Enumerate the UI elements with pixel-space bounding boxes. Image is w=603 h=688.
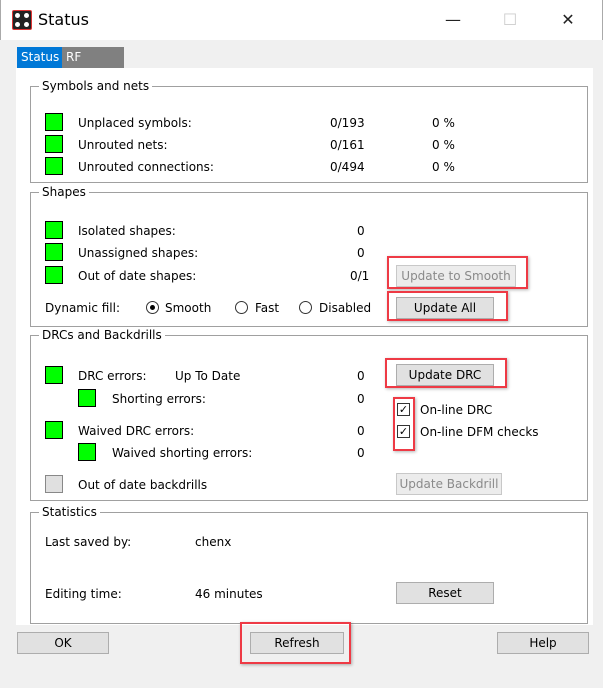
group-title: Statistics (39, 505, 100, 519)
title-bar: Status — ☐ ✕ (0, 0, 603, 40)
maximize-button[interactable]: ☐ (498, 8, 522, 32)
group-title: Symbols and nets (39, 79, 153, 93)
editing-time-label: Editing time: (45, 587, 122, 601)
radio-smooth[interactable] (146, 301, 159, 314)
update-backdrill-button[interactable]: Update Backdrill (396, 473, 502, 495)
radio-disabled-label[interactable]: Disabled (319, 301, 371, 315)
reset-button[interactable]: Reset (396, 582, 494, 604)
tab-rf-status[interactable]: RF Status (62, 47, 124, 85)
shorting-errors-value: 0 (357, 392, 365, 406)
unrouted-nets-value: 0/161 (330, 138, 365, 152)
waived-drc-label: Waived DRC errors: (78, 424, 195, 438)
app-icon (12, 10, 32, 30)
radio-fast[interactable] (235, 301, 248, 314)
status-indicator (45, 243, 63, 261)
out-of-date-shapes-label: Out of date shapes: (78, 269, 197, 283)
last-saved-value: chenx (195, 535, 232, 549)
out-of-date-shapes-value: 0/1 (350, 269, 370, 283)
unassigned-shapes-label: Unassigned shapes: (78, 246, 199, 260)
drc-errors-label: DRC errors: (78, 369, 147, 383)
waived-shorting-label: Waived shorting errors: (112, 446, 253, 460)
editing-time-value: 46 minutes (195, 587, 263, 601)
drc-state: Up To Date (175, 369, 241, 383)
status-indicator (45, 266, 63, 284)
unrouted-connections-percent: 0 % (432, 160, 455, 174)
isolated-shapes-value: 0 (357, 224, 365, 238)
status-indicator (45, 421, 63, 439)
highlight-box (387, 256, 528, 289)
highlight-box (385, 358, 507, 388)
online-drc-label[interactable]: On-line DRC (420, 403, 492, 417)
status-indicator (78, 443, 96, 461)
status-indicator (45, 157, 63, 175)
radio-smooth-label[interactable]: Smooth (165, 301, 211, 315)
unassigned-shapes-value: 0 (357, 246, 365, 260)
unrouted-nets-label: Unrouted nets: (78, 138, 168, 152)
last-saved-label: Last saved by: (45, 535, 132, 549)
tab-status[interactable]: Status (17, 47, 64, 68)
unplaced-symbols-percent: 0 % (432, 116, 455, 130)
status-indicator (45, 366, 63, 384)
highlight-box (393, 397, 415, 451)
group-title: Shapes (39, 185, 89, 199)
status-indicator (45, 135, 63, 153)
shorting-errors-label: Shorting errors: (112, 392, 206, 406)
backdrills-label: Out of date backdrills (78, 478, 208, 492)
ok-button[interactable]: OK (17, 632, 109, 654)
isolated-shapes-label: Isolated shapes: (78, 224, 176, 238)
status-indicator (45, 221, 63, 239)
online-dfm-label[interactable]: On-line DFM checks (420, 425, 539, 439)
highlight-box (240, 622, 351, 664)
group-title: DRCs and Backdrills (39, 328, 165, 342)
unrouted-nets-percent: 0 % (432, 138, 455, 152)
radio-disabled[interactable] (299, 301, 312, 314)
help-button[interactable]: Help (497, 632, 589, 654)
dynamic-fill-label: Dynamic fill: (45, 301, 121, 315)
close-button[interactable]: ✕ (556, 8, 580, 32)
unplaced-symbols-value: 0/193 (330, 116, 365, 130)
status-indicator (78, 389, 96, 407)
minimize-button[interactable]: — (441, 8, 465, 32)
window-title: Status (38, 10, 89, 29)
highlight-box (387, 291, 508, 321)
waived-shorting-value: 0 (357, 446, 365, 460)
unrouted-connections-value: 0/494 (330, 160, 365, 174)
statistics-group: Statistics (30, 505, 588, 624)
unplaced-symbols-label: Unplaced symbols: (78, 116, 192, 130)
unrouted-connections-label: Unrouted connections: (78, 160, 214, 174)
status-indicator-gray (45, 475, 63, 493)
drc-errors-value: 0 (357, 369, 365, 383)
status-indicator (45, 113, 63, 131)
radio-fast-label[interactable]: Fast (255, 301, 279, 315)
waived-drc-value: 0 (357, 424, 365, 438)
